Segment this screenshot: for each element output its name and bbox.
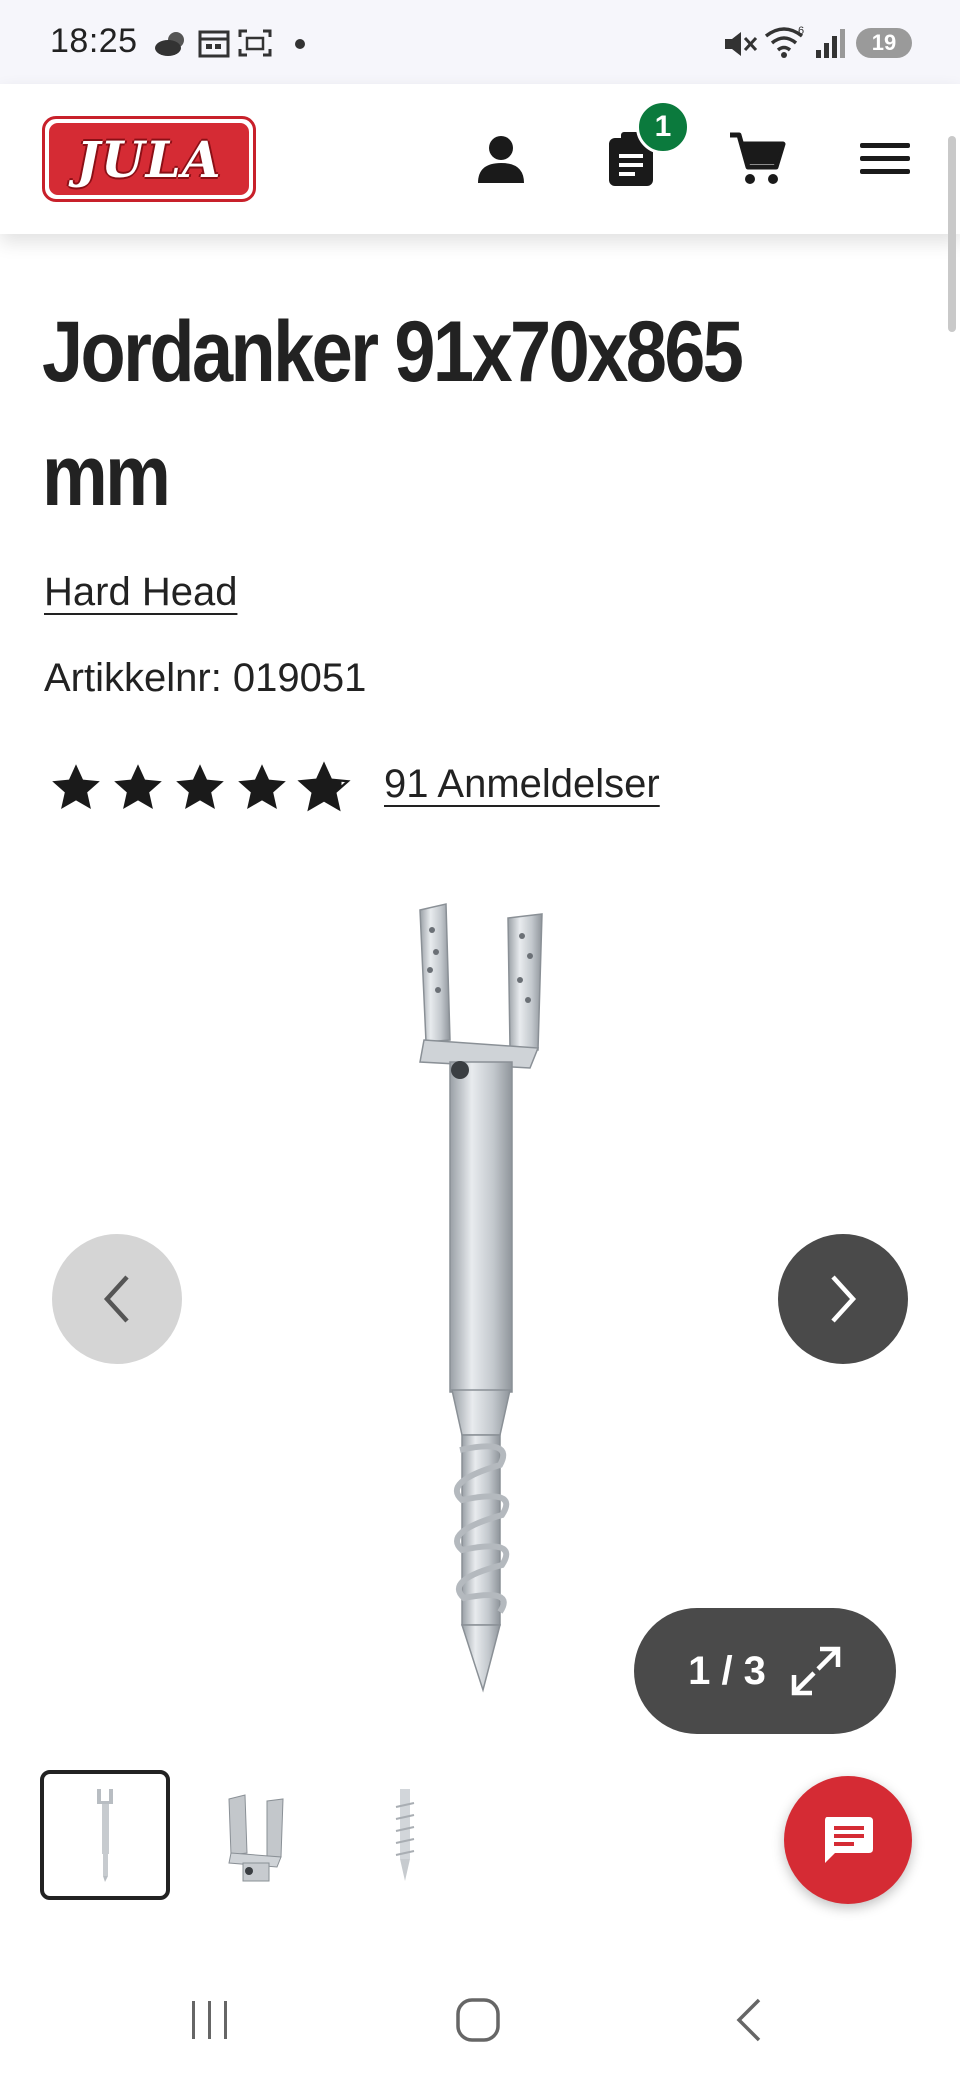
recents-icon <box>192 2001 227 2039</box>
status-bar: 18:25 6 19 <box>0 0 960 84</box>
thumbnail-3[interactable] <box>340 1770 470 1900</box>
svg-text:6: 6 <box>798 25 804 37</box>
rating-stars <box>48 760 352 818</box>
thumbnail-1[interactable] <box>40 1770 170 1900</box>
chevron-left-icon <box>103 1275 129 1323</box>
screenshot-icon <box>238 29 272 57</box>
product-image[interactable] <box>360 890 600 1710</box>
article-number: Artikkelnr: 019051 <box>44 656 367 700</box>
dot-icon <box>295 39 305 49</box>
back-button[interactable] <box>688 1960 808 2080</box>
signal-icon <box>816 29 845 58</box>
menu-button[interactable] <box>850 124 920 194</box>
star-partial-icon <box>297 761 351 812</box>
site-header: JULA 1 <box>0 84 960 234</box>
star-icon <box>114 764 162 809</box>
expand-icon <box>791 1646 841 1696</box>
thumbnail-image <box>228 1794 284 1882</box>
account-icon <box>478 136 524 183</box>
star-icon <box>238 764 286 809</box>
product-title: Jordanker 91x70x865 mm <box>42 304 744 524</box>
gallery-prev-button[interactable] <box>52 1234 182 1364</box>
mute-icon <box>725 32 758 56</box>
jula-logo[interactable]: JULA <box>42 116 256 202</box>
star-icon <box>52 764 100 809</box>
account-button[interactable] <box>466 124 536 194</box>
system-nav-bar <box>0 1960 960 2080</box>
battery-level: 19 <box>871 30 897 55</box>
chat-button[interactable] <box>784 1776 912 1904</box>
chevron-right-icon <box>831 1275 857 1323</box>
back-icon <box>736 1998 761 2042</box>
gallery-counter-text: 1 / 3 <box>688 1648 766 1693</box>
reviews-link[interactable]: 91 Anmeldelser <box>384 762 660 807</box>
recents-button[interactable] <box>150 1960 270 2080</box>
cart-button[interactable] <box>722 124 792 194</box>
weather-icon <box>155 32 184 56</box>
calendar-icon <box>198 30 230 58</box>
home-icon <box>456 1998 500 2042</box>
brand-link[interactable]: Hard Head <box>44 570 237 615</box>
list-count-badge: 1 <box>636 100 690 154</box>
home-button[interactable] <box>418 1960 538 2080</box>
gallery-counter[interactable]: 1 / 3 <box>634 1608 896 1734</box>
wifi-icon: 6 <box>764 25 804 58</box>
logo-text: JULA <box>76 129 222 189</box>
star-icon <box>176 764 224 809</box>
battery-icon: 19 <box>856 28 912 58</box>
page-scrollbar[interactable] <box>948 136 956 332</box>
gallery-next-button[interactable] <box>778 1234 908 1364</box>
menu-icon <box>860 143 910 174</box>
thumbnail-image <box>395 1789 415 1881</box>
thumbnail-image <box>97 1789 113 1882</box>
thumbnail-2[interactable] <box>190 1770 320 1900</box>
cart-icon <box>730 132 786 184</box>
status-time: 18:25 <box>50 22 138 60</box>
chat-icon <box>825 1817 873 1863</box>
